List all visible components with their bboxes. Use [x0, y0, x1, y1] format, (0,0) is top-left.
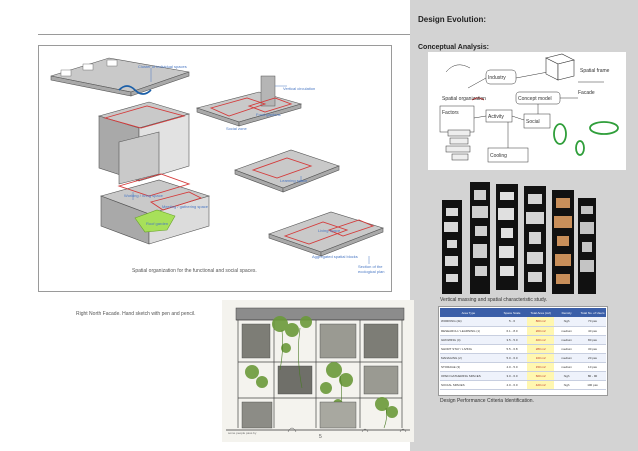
table-cell: 30 pax	[579, 344, 606, 354]
table-cell: SHORT STAY / LIVING	[440, 344, 497, 354]
concept-node-social: Social	[526, 119, 540, 125]
perf-header-users: Total No. of Users	[580, 310, 605, 315]
massing-photo-1	[442, 200, 462, 294]
label-learning-space: Learning space	[280, 178, 308, 183]
table-cell: 100 pax	[579, 380, 606, 390]
slab-lower-right	[268, 211, 384, 257]
performance-caption: Design Performance Criteria Identificati…	[440, 398, 534, 404]
label-aggregate: Aggregated spatial blocks	[312, 254, 358, 259]
table-cell: RESEARCH / LEARNING (1)	[440, 326, 497, 336]
slab-middle-top	[195, 75, 303, 127]
massing-photo-4	[524, 186, 546, 292]
table-cell: OPEN GATHERING SPACES	[440, 371, 497, 381]
label-green: Roof garden	[146, 221, 169, 226]
page-number: 5	[319, 434, 322, 440]
massing-block-lower	[100, 173, 211, 245]
facade-sketch	[222, 300, 414, 442]
performance-table: Area Type Space Scale Total Area (m2) De…	[440, 308, 606, 390]
table-cell: medium	[554, 326, 580, 336]
table-cell: medium	[554, 353, 580, 363]
label-social-zone: Social zone	[226, 126, 247, 131]
concept-node-model: Concept model	[518, 96, 552, 102]
table-row: MANAGING (2) 5.0 - 6.0 160 m2 medium 20 pax	[440, 353, 606, 363]
facade-annotation: some people pass by	[228, 431, 257, 435]
table-cell: 5.5 - 6.8	[496, 344, 528, 354]
massing-photos	[438, 178, 598, 296]
table-cell: STORAGE (3)	[440, 362, 497, 372]
concept-node-frame: Spatial frame	[580, 68, 610, 74]
massing-photo-3	[496, 184, 518, 290]
facade-caption: Right North Facade. Hand sketch with pen…	[76, 311, 196, 317]
subsection-title: Conceptual Analysis:	[418, 44, 489, 51]
label-working-space: Working / living space	[124, 193, 163, 198]
table-cell: 10 pax	[579, 362, 606, 372]
massing-photo-2	[470, 182, 490, 294]
table-cell: 600 m2	[527, 371, 555, 381]
table-cell: 420 m2	[527, 380, 555, 390]
table-cell: 5.0 - 6.0	[496, 353, 528, 363]
label-collab: Meeting / gathering space	[162, 204, 209, 209]
performance-table-card: Area Type Space Scale Total Area (m2) De…	[438, 306, 608, 396]
table-cell: 6.1 - 8.0	[496, 326, 528, 336]
table-cell: high	[554, 380, 580, 390]
concept-sketch: Industry Spatial organization Factors Sp…	[428, 52, 626, 170]
concept-node-industry: Industry	[488, 75, 506, 81]
table-cell: medium	[554, 362, 580, 372]
table-cell: 4.0 - 5.0	[496, 362, 528, 372]
concept-node-factors: Factors	[442, 110, 459, 116]
table-cell: 40 pax	[579, 326, 606, 336]
table-cell: 400 m2	[527, 335, 555, 345]
concept-node-activity: Activity	[488, 114, 504, 120]
label-living: Living space	[318, 228, 341, 233]
perf-header-total: Total Area (m2)	[530, 310, 551, 315]
table-cell: 200 m2	[527, 326, 555, 336]
massing-photo-5	[552, 190, 574, 294]
concept-node-spatial: Spatial organization	[442, 96, 486, 102]
massing-photo-6	[578, 198, 596, 294]
perf-header-area: Area Type	[461, 310, 476, 315]
table-cell: 280 m2	[527, 344, 555, 354]
table-cell: medium	[554, 344, 580, 354]
table-cell: 800 m2	[527, 317, 555, 327]
table-cell: 3.0 - 6.0	[496, 371, 528, 381]
table-cell: 80 pax	[579, 335, 606, 345]
table-cell: high	[554, 317, 580, 327]
slab-middle-right	[234, 149, 340, 193]
table-row: STORAGE (3) 4.0 - 5.0 150 m2 medium 10 pax	[440, 362, 606, 372]
spatial-diagram-caption: Spatial organization for the functional …	[132, 268, 257, 274]
label-section: Section of the ecological plan	[358, 264, 385, 274]
spatial-diagram	[50, 57, 384, 264]
table-cell: WORKING (2k)	[440, 317, 497, 327]
perf-header-density: Density	[561, 310, 572, 315]
table-cell: 150 m2	[527, 362, 555, 372]
concept-node-cooling: Cooling	[490, 153, 507, 159]
table-row: OPEN GATHERING SPACES 3.0 - 6.0 600 m2 high…	[440, 371, 606, 381]
table-row: WORKING (2k) 5 - 6 800 m2 high 70 pax	[440, 317, 606, 327]
section-title: Design Evolution:	[418, 15, 486, 24]
table-cell: 20 pax	[579, 353, 606, 363]
table-cell: 80 - 90	[579, 371, 606, 381]
table-cell: MANAGING (2)	[440, 353, 497, 363]
table-row: RESEARCH / LEARNING (1) 6.1 - 8.0 200 m2 me…	[440, 326, 606, 336]
table-row: SHORT STAY / LIVING 5.5 - 6.8 280 m2 medium…	[440, 344, 606, 354]
label-vertical: Vertical circulation	[283, 86, 316, 91]
table-row: SOCIAL SPACES 4.0 - 6.0 420 m2 high 100 pax	[440, 380, 606, 390]
table-row: GROWING (4) 3.5 - 5.0 400 m2 medium 80 pax	[440, 335, 606, 345]
table-cell: SOCIAL SPACES	[440, 380, 497, 390]
table-cell: 3.5 - 5.0	[496, 335, 528, 345]
label-cluster: Cluster of individual spaces	[138, 64, 187, 69]
table-cell: 4.0 - 6.0	[496, 380, 528, 390]
perf-header-scale: Space Scale	[503, 310, 521, 315]
table-cell: 5 - 6	[496, 317, 528, 327]
concept-node-facade: Facade	[578, 90, 595, 96]
massing-caption: Vertical massing and spatial characteris…	[440, 297, 548, 303]
table-cell: 160 m2	[527, 353, 555, 363]
table-cell: 70 pax	[579, 317, 606, 327]
massing-block-left	[97, 101, 191, 185]
table-cell: GROWING (4)	[440, 335, 497, 345]
label-food-gardens: Food gardens	[256, 112, 281, 117]
table-cell: high	[554, 371, 580, 381]
table-cell: medium	[554, 335, 580, 345]
